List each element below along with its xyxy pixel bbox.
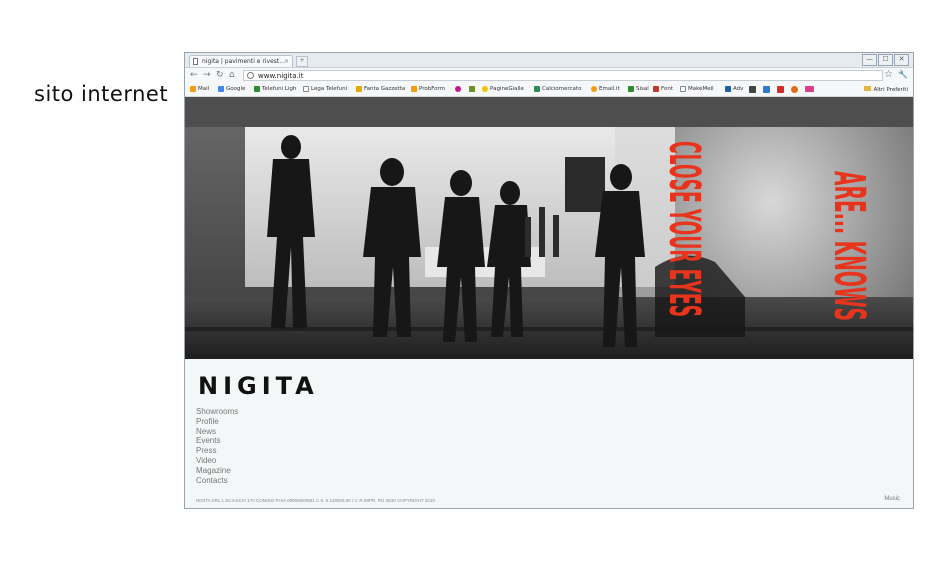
site-menu: Showrooms Profile News Events Press Vide… <box>196 407 238 485</box>
company-info: NIGITA SRL L.SCIASCIA 170 COMISO P.IVA 0… <box>196 498 435 503</box>
bookmark-lega-telefuni[interactable]: Lega Telefuni <box>303 86 347 92</box>
minimize-button[interactable]: — <box>862 54 877 66</box>
maximize-button[interactable]: ☐ <box>878 54 893 66</box>
app-icon <box>469 86 475 92</box>
bookmark-star-icon[interactable]: ☆ <box>884 69 893 80</box>
bookmark-icon-1[interactable] <box>749 86 758 93</box>
bookmark-icon-4[interactable] <box>791 86 800 93</box>
menu-item-news[interactable]: News <box>196 427 238 437</box>
bookmark-icon-5[interactable] <box>805 86 816 92</box>
side-title: sito internet <box>34 82 169 106</box>
close-window-button[interactable]: ✕ <box>894 54 909 66</box>
folder-icon <box>864 86 872 91</box>
tab-strip: nigita | pavimenti e rivest... × + — ☐ ✕ <box>185 53 913 68</box>
bookmark-sisal[interactable]: Sisal <box>628 86 649 92</box>
youtube-icon <box>777 86 784 93</box>
probform-icon <box>411 86 417 92</box>
page-icon <box>303 86 309 92</box>
menu-item-profile[interactable]: Profile <box>196 417 238 427</box>
bookmark-colored-icon-1[interactable] <box>455 86 463 92</box>
bookmark-mail[interactable]: Mail <box>190 86 209 92</box>
hero-slogan-left: CLOSE YOUR EYES <box>659 141 709 317</box>
bookmark-email-it[interactable]: Email.it <box>591 86 620 92</box>
telefuni-icon <box>254 86 260 92</box>
vimeo-icon <box>763 86 770 93</box>
hero-photo-illustration: CLOSE YOUR EYES ARE... KNOWS <box>185 97 913 359</box>
menu-item-events[interactable]: Events <box>196 436 238 446</box>
font-icon <box>653 86 659 92</box>
browser-tab[interactable]: nigita | pavimenti e rivest... × <box>189 55 293 67</box>
address-bar[interactable]: www.nigita.it <box>243 70 883 81</box>
hero-image: CLOSE YOUR EYES ARE... KNOWS <box>185 97 913 359</box>
square-icon <box>749 86 756 93</box>
email-icon <box>591 86 597 92</box>
bookmark-paginegialle[interactable]: PagineGialle <box>482 86 524 92</box>
bookmark-probform[interactable]: ProbForm <box>411 86 445 92</box>
new-tab-button[interactable]: + <box>296 56 308 67</box>
adv-icon <box>725 86 731 92</box>
url-text: www.nigita.it <box>258 72 304 80</box>
browser-window: nigita | pavimenti e rivest... × + — ☐ ✕… <box>184 52 914 509</box>
site-logo[interactable]: NIGITA <box>198 372 319 400</box>
wrench-icon[interactable]: 🔧 <box>898 70 908 79</box>
window-controls: — ☐ ✕ <box>862 54 909 66</box>
tab-title: nigita | pavimenti e rivest... <box>202 58 285 65</box>
menu-item-video[interactable]: Video <box>196 456 238 466</box>
bookmark-google[interactable]: Google <box>218 86 245 92</box>
globe-color-icon <box>455 86 461 92</box>
sisal-icon <box>628 86 634 92</box>
bookmark-calciomercato[interactable]: Calciomercato <box>534 86 581 92</box>
reload-icon[interactable]: ↻ <box>216 70 224 81</box>
bookmark-colored-icon-2[interactable] <box>469 86 477 92</box>
google-icon <box>218 86 224 92</box>
home-icon[interactable]: ⌂ <box>229 70 235 81</box>
menu-item-showrooms[interactable]: Showrooms <box>196 407 238 417</box>
page-icon <box>680 86 686 92</box>
bookmark-fanta-gazzetta[interactable]: Fanta Gazzetta <box>356 86 405 92</box>
calciomercato-icon <box>534 86 540 92</box>
page-icon <box>193 58 198 65</box>
bookmark-font[interactable]: Font <box>653 86 673 92</box>
bookmark-icon-3[interactable] <box>777 86 786 93</box>
forward-icon[interactable]: → <box>203 70 211 81</box>
music-toggle[interactable]: Music <box>884 496 900 502</box>
bookmark-telefuni-ligh[interactable]: Telefuni Ligh <box>254 86 296 92</box>
bookmarks-bar: Mail Google Telefuni Ligh Lega Telefuni … <box>185 83 913 97</box>
circle-app-icon <box>791 86 798 93</box>
hero-slogan-right: ARE... KNOWS <box>824 171 874 321</box>
gazzetta-icon <box>356 86 362 92</box>
browser-toolbar: ← → ↻ ⌂ www.nigita.it ☆ 🔧 <box>185 68 913 83</box>
menu-item-magazine[interactable]: Magazine <box>196 466 238 476</box>
flickr-icon <box>805 86 814 92</box>
site-footer-area: NIGITA Showrooms Profile News Events Pre… <box>185 359 913 508</box>
menu-item-contacts[interactable]: Contacts <box>196 476 238 486</box>
bookmark-adv[interactable]: Adv <box>725 86 743 92</box>
other-bookmarks[interactable]: Altri Preferiti <box>864 86 908 93</box>
globe-icon <box>247 72 254 79</box>
bookmark-makemeil[interactable]: MakeMeil <box>680 86 714 92</box>
mail-icon <box>190 86 196 92</box>
tab-close-icon[interactable]: × <box>284 56 289 67</box>
bookmark-icon-2[interactable] <box>763 86 772 93</box>
paginegialle-icon <box>482 86 488 92</box>
back-icon[interactable]: ← <box>190 70 198 81</box>
menu-item-press[interactable]: Press <box>196 446 238 456</box>
